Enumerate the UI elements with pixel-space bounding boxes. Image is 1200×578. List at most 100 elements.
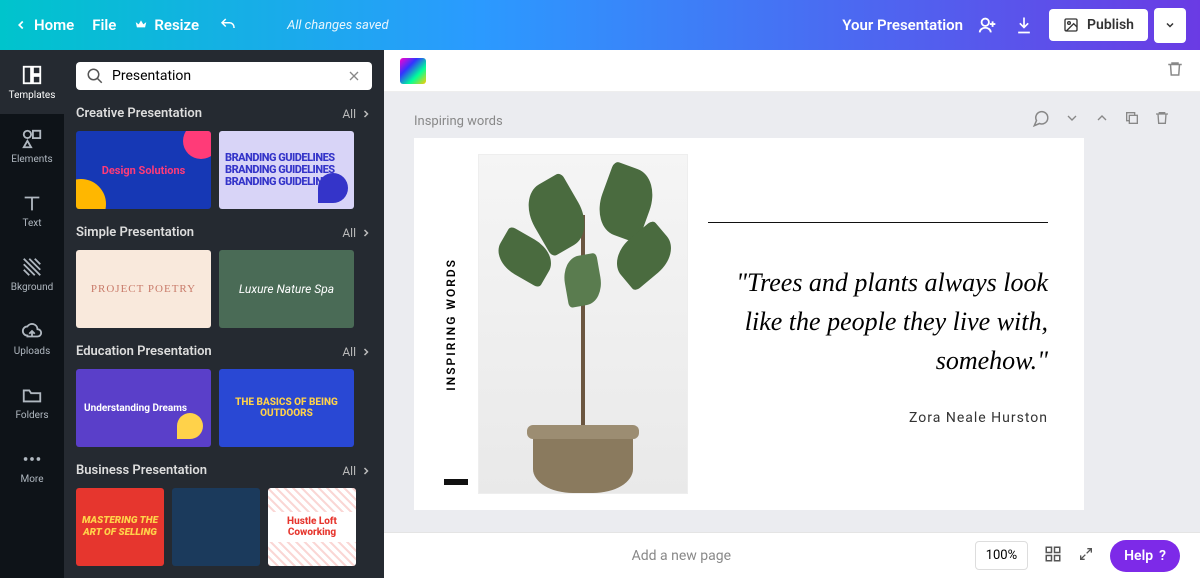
template-card[interactable]: Design Solutions (76, 131, 211, 209)
chevron-right-icon (360, 108, 372, 120)
card-title: Luxure Nature Spa (239, 282, 334, 296)
download-button[interactable] (1013, 14, 1035, 36)
rail-background[interactable]: Bkground (0, 242, 64, 306)
category-name: Business Presentation (76, 463, 207, 478)
trash-icon (1154, 110, 1170, 126)
move-up-button[interactable] (1094, 110, 1110, 132)
undo-button[interactable] (217, 14, 239, 36)
rail-elements[interactable]: Elements (0, 114, 64, 178)
rail-label: Folders (15, 410, 48, 421)
file-label: File (92, 16, 116, 34)
search-icon (86, 67, 104, 85)
card-title: MASTERING THE ART OF SELLING (76, 515, 164, 539)
copy-icon (1124, 110, 1140, 126)
template-card[interactable]: THE BASICS OF BEING OUTDOORS (219, 369, 354, 447)
category-name: Simple Presentation (76, 225, 194, 240)
resize-label: Resize (154, 16, 199, 34)
chevron-down-icon (1164, 19, 1176, 31)
template-card[interactable]: BRANDING GUIDELINES BRANDING GUIDELINES … (219, 131, 354, 209)
uploads-icon (21, 320, 43, 342)
elements-icon (21, 128, 43, 150)
quote-text[interactable]: "Trees and plants always look like the p… (708, 263, 1048, 380)
grid-view-button[interactable] (1044, 545, 1062, 567)
rail-more[interactable]: More (0, 434, 64, 498)
rail-folders[interactable]: Folders (0, 370, 64, 434)
share-button[interactable] (977, 14, 999, 36)
rail-text[interactable]: Text (0, 178, 64, 242)
publish-button[interactable]: Publish (1049, 9, 1148, 41)
category-header: Business Presentation All (76, 463, 372, 478)
comment-button[interactable] (1032, 110, 1050, 132)
card-title: Design Solutions (102, 164, 186, 177)
see-all[interactable]: All (342, 464, 372, 478)
slide-title[interactable]: Inspiring words (414, 114, 503, 129)
category-header: Creative Presentation All (76, 106, 372, 121)
trash-icon (1166, 60, 1184, 78)
rail-label: Text (22, 218, 41, 229)
template-card[interactable]: MASTERING THE ART OF SELLING (76, 488, 164, 566)
slide-header: Inspiring words (414, 110, 1170, 132)
all-label: All (342, 107, 356, 121)
vertical-label[interactable]: INSPIRING WORDS (444, 258, 458, 391)
category-header: Simple Presentation All (76, 225, 372, 240)
file-menu[interactable]: File (92, 16, 116, 34)
template-card[interactable]: PROJECT POETRY (76, 250, 211, 328)
fullscreen-icon (1078, 546, 1094, 562)
add-page-label: Add a new page (632, 548, 731, 564)
templates-icon (21, 64, 43, 86)
see-all[interactable]: All (342, 226, 372, 240)
canvas-area: Inspiring words INSPIRING WORDS (384, 50, 1200, 578)
rail-label: Uploads (14, 346, 50, 357)
category-name: Education Presentation (76, 344, 212, 359)
card-title: PROJECT POETRY (91, 283, 196, 295)
background-icon (21, 256, 43, 278)
publish-label: Publish (1087, 17, 1134, 33)
doc-title[interactable]: Your Presentation (842, 16, 963, 34)
all-label: All (342, 226, 356, 240)
quote-block[interactable]: "Trees and plants always look like the p… (708, 222, 1054, 426)
card-title: Understanding Dreams (84, 403, 187, 414)
move-down-button[interactable] (1064, 110, 1080, 132)
search-box[interactable] (76, 62, 372, 90)
search-input[interactable] (112, 68, 338, 84)
slide-canvas[interactable]: INSPIRING WORDS "Trees and plants always… (414, 138, 1084, 510)
add-page-button[interactable]: Add a new page (404, 548, 959, 564)
template-card[interactable]: Understanding Dreams (76, 369, 211, 447)
accent-bar[interactable] (444, 479, 468, 485)
crown-icon (134, 18, 148, 32)
rail-label: More (20, 474, 43, 485)
quote-author[interactable]: Zora Neale Hurston (909, 410, 1048, 426)
zoom-control[interactable]: 100% (975, 541, 1028, 570)
color-picker[interactable] (400, 58, 426, 84)
rail-label: Bkground (11, 282, 54, 293)
help-icon: ? (1159, 548, 1166, 564)
fullscreen-button[interactable] (1078, 546, 1094, 566)
share-icon (977, 14, 999, 36)
template-card[interactable]: Hustle Loft Coworking (268, 488, 356, 566)
rail-uploads[interactable]: Uploads (0, 306, 64, 370)
image-icon (1063, 17, 1079, 33)
resize-button[interactable]: Resize (134, 16, 199, 34)
template-card[interactable] (172, 488, 260, 566)
all-label: All (342, 345, 356, 359)
publish-dropdown[interactable] (1154, 8, 1186, 43)
delete-slide-button[interactable] (1154, 110, 1170, 132)
delete-button[interactable] (1166, 60, 1184, 82)
help-button[interactable]: Help? (1110, 540, 1180, 572)
plant-image[interactable] (478, 154, 688, 494)
save-status: All changes saved (287, 18, 388, 33)
chevron-right-icon (360, 346, 372, 358)
card-title: BRANDING GUIDELINES BRANDING GUIDELINES … (225, 152, 348, 188)
duplicate-button[interactable] (1124, 110, 1140, 132)
rail-label: Templates (9, 90, 56, 101)
template-card[interactable]: Luxure Nature Spa (219, 250, 354, 328)
rail-templates[interactable]: Templates (0, 50, 64, 114)
all-label: All (342, 464, 356, 478)
see-all[interactable]: All (342, 345, 372, 359)
clear-icon[interactable] (346, 68, 362, 84)
card-title: THE BASICS OF BEING OUTDOORS (219, 397, 354, 419)
home-button[interactable]: Home (14, 16, 74, 34)
see-all[interactable]: All (342, 107, 372, 121)
rail-label: Elements (11, 154, 52, 165)
home-label: Home (34, 16, 74, 34)
